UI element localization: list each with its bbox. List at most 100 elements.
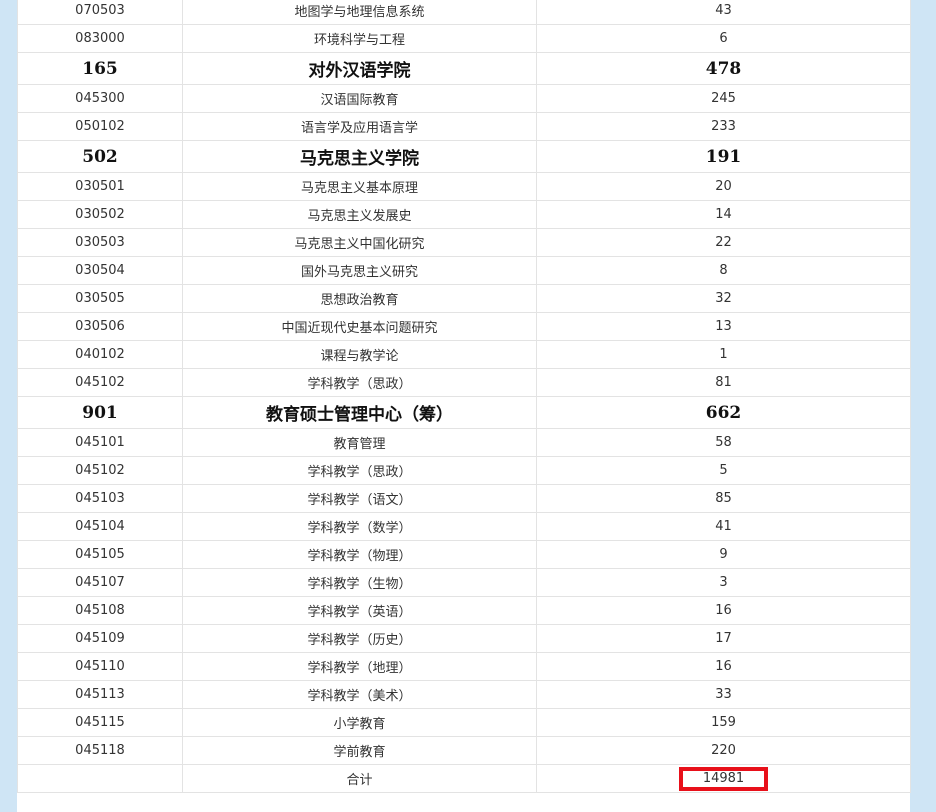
major-count-cell: 33 — [536, 680, 911, 709]
table-row: 045115 小学教育 159 — [17, 708, 911, 737]
major-count-cell: 220 — [536, 736, 911, 765]
total-code-cell — [17, 764, 183, 793]
major-count-cell: 1 — [536, 340, 911, 369]
major-code-cell: 045118 — [17, 736, 183, 765]
major-count-cell: 159 — [536, 708, 911, 737]
major-name-cell: 学科教学（物理） — [182, 540, 537, 569]
major-code-cell: 045104 — [17, 512, 183, 541]
department-name-cell: 马克思主义学院 — [182, 140, 537, 173]
major-name-cell: 马克思主义发展史 — [182, 200, 537, 229]
table-row: 045109 学科教学（历史） 17 — [17, 624, 911, 653]
major-code-cell: 030502 — [17, 200, 183, 229]
major-count-cell: 16 — [536, 596, 911, 625]
major-code-cell: 045108 — [17, 596, 183, 625]
major-code-cell: 045102 — [17, 368, 183, 397]
table-row: 040102 课程与教学论 1 — [17, 340, 911, 369]
document-page: 070503 地图学与地理信息系统 43 083000 环境科学与工程 6 165 对外汉语学… — [17, 0, 911, 812]
major-count-cell: 81 — [536, 368, 911, 397]
major-code-cell: 030506 — [17, 312, 183, 341]
major-count-cell: 6 — [536, 24, 911, 53]
major-count-cell: 16 — [536, 652, 911, 681]
major-code-cell: 030501 — [17, 172, 183, 201]
department-name-cell: 教育硕士管理中心（筹） — [182, 396, 537, 429]
department-name-cell: 对外汉语学院 — [182, 52, 537, 85]
enrollment-table: 070503 地图学与地理信息系统 43 083000 环境科学与工程 6 165 对外汉语学… — [17, 0, 911, 793]
department-row: 165 对外汉语学院 478 — [17, 52, 911, 85]
major-name-cell: 马克思主义基本原理 — [182, 172, 537, 201]
major-code-cell: 030503 — [17, 228, 183, 257]
table-row: 030502 马克思主义发展史 14 — [17, 200, 911, 229]
major-code-cell: 045110 — [17, 652, 183, 681]
department-code-cell: 901 — [17, 396, 183, 429]
major-name-cell: 学科教学（生物） — [182, 568, 537, 597]
table-row: 030505 思想政治教育 32 — [17, 284, 911, 313]
major-code-cell: 045105 — [17, 540, 183, 569]
table-row: 045105 学科教学（物理） 9 — [17, 540, 911, 569]
major-name-cell: 学科教学（数学） — [182, 512, 537, 541]
major-code-cell: 045109 — [17, 624, 183, 653]
major-code-cell: 070503 — [17, 0, 183, 25]
major-code-cell: 030504 — [17, 256, 183, 285]
major-count-cell: 13 — [536, 312, 911, 341]
major-name-cell: 学科教学（思政） — [182, 456, 537, 485]
major-name-cell: 语言学及应用语言学 — [182, 112, 537, 141]
major-code-cell: 045107 — [17, 568, 183, 597]
table-row: 030503 马克思主义中国化研究 22 — [17, 228, 911, 257]
table-body: 070503 地图学与地理信息系统 43 083000 环境科学与工程 6 165 对外汉语学… — [17, 0, 911, 793]
major-name-cell: 学科教学（历史） — [182, 624, 537, 653]
major-name-cell: 环境科学与工程 — [182, 24, 537, 53]
major-name-cell: 国外马克思主义研究 — [182, 256, 537, 285]
major-count-cell: 32 — [536, 284, 911, 313]
table-row: 030501 马克思主义基本原理 20 — [17, 172, 911, 201]
department-row: 502 马克思主义学院 191 — [17, 140, 911, 173]
department-row: 901 教育硕士管理中心（筹） 662 — [17, 396, 911, 429]
table-row: 045300 汉语国际教育 245 — [17, 84, 911, 113]
major-code-cell: 045102 — [17, 456, 183, 485]
table-row: 045101 教育管理 58 — [17, 428, 911, 457]
table-row: 045102 学科教学（思政） 5 — [17, 456, 911, 485]
major-count-cell: 3 — [536, 568, 911, 597]
table-row: 045110 学科教学（地理） 16 — [17, 652, 911, 681]
major-name-cell: 地图学与地理信息系统 — [182, 0, 537, 25]
major-count-cell: 8 — [536, 256, 911, 285]
table-row: 083000 环境科学与工程 6 — [17, 24, 911, 53]
major-count-cell: 9 — [536, 540, 911, 569]
major-name-cell: 学科教学（地理） — [182, 652, 537, 681]
major-name-cell: 思想政治教育 — [182, 284, 537, 313]
major-name-cell: 小学教育 — [182, 708, 537, 737]
major-code-cell: 045103 — [17, 484, 183, 513]
major-count-cell: 17 — [536, 624, 911, 653]
major-code-cell: 040102 — [17, 340, 183, 369]
major-count-cell: 5 — [536, 456, 911, 485]
table-row: 030506 中国近现代史基本问题研究 13 — [17, 312, 911, 341]
major-code-cell: 083000 — [17, 24, 183, 53]
total-value-cell: 14981 — [536, 764, 911, 793]
major-count-cell: 20 — [536, 172, 911, 201]
major-name-cell: 中国近现代史基本问题研究 — [182, 312, 537, 341]
major-code-cell: 045113 — [17, 680, 183, 709]
major-count-cell: 58 — [536, 428, 911, 457]
table-row: 045102 学科教学（思政） 81 — [17, 368, 911, 397]
table-row: 045108 学科教学（英语） 16 — [17, 596, 911, 625]
major-name-cell: 学科教学（思政） — [182, 368, 537, 397]
major-code-cell: 045115 — [17, 708, 183, 737]
table-row: 045103 学科教学（语文） 85 — [17, 484, 911, 513]
major-name-cell: 课程与教学论 — [182, 340, 537, 369]
table-row: 045118 学前教育 220 — [17, 736, 911, 765]
department-code-cell: 165 — [17, 52, 183, 85]
major-count-cell: 85 — [536, 484, 911, 513]
table-row: 070503 地图学与地理信息系统 43 — [17, 0, 911, 25]
major-code-cell: 050102 — [17, 112, 183, 141]
major-name-cell: 学前教育 — [182, 736, 537, 765]
table-row: 050102 语言学及应用语言学 233 — [17, 112, 911, 141]
table-row: 045113 学科教学（美术） 33 — [17, 680, 911, 709]
department-count-cell: 478 — [536, 52, 911, 85]
total-row: 合计 14981 — [17, 764, 911, 793]
major-name-cell: 马克思主义中国化研究 — [182, 228, 537, 257]
major-code-cell: 045101 — [17, 428, 183, 457]
major-count-cell: 43 — [536, 0, 911, 25]
major-count-cell: 41 — [536, 512, 911, 541]
major-count-cell: 14 — [536, 200, 911, 229]
department-count-cell: 191 — [536, 140, 911, 173]
major-name-cell: 教育管理 — [182, 428, 537, 457]
